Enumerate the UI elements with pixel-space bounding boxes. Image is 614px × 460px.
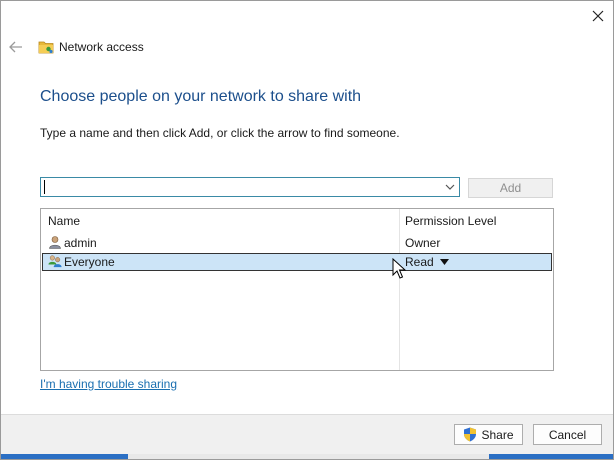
row-name: admin (64, 236, 97, 250)
share-button[interactable]: Share (454, 424, 523, 445)
list-row-everyone[interactable]: Everyone Read (42, 253, 552, 271)
dropdown-arrow-button[interactable] (443, 180, 457, 194)
share-label: Share (481, 427, 514, 442)
column-header-permission[interactable]: Permission Level (405, 214, 496, 228)
list-header: Name Permission Level (41, 209, 553, 231)
permission-value: Read (405, 255, 434, 269)
taskbar-edge (1, 454, 613, 459)
row-name: Everyone (64, 255, 115, 269)
user-icon (49, 236, 61, 249)
list-row-admin[interactable]: admin Owner (42, 234, 552, 252)
close-button[interactable] (585, 5, 611, 27)
row-permission: Owner (405, 236, 441, 250)
add-button[interactable]: Add (468, 178, 553, 198)
back-arrow-icon (9, 41, 22, 53)
uac-shield-icon (464, 427, 477, 442)
name-input[interactable] (43, 179, 443, 195)
sharing-list: Name Permission Level admin Owner Everyo… (40, 208, 554, 371)
column-header-name[interactable]: Name (48, 214, 80, 228)
text-caret (44, 180, 45, 194)
page-heading: Choose people on your network to share w… (40, 88, 362, 105)
instructions-text: Type a name and then click Add, or click… (40, 126, 400, 140)
back-button[interactable] (7, 38, 25, 56)
window-title: Network access (59, 40, 144, 54)
network-access-dialog: Network access Choose people on your net… (0, 0, 614, 460)
close-icon (592, 10, 604, 22)
cancel-button[interactable]: Cancel (533, 424, 602, 445)
shared-folder-icon (38, 41, 54, 54)
chevron-down-icon (445, 184, 455, 190)
permission-dropdown[interactable]: Read (405, 255, 449, 269)
name-combobox[interactable] (40, 177, 460, 197)
caret-down-icon (439, 259, 449, 265)
taskbar-highlight (1, 454, 128, 459)
trouble-sharing-link[interactable]: I'm having trouble sharing (40, 377, 177, 391)
taskbar-highlight (489, 454, 613, 459)
group-icon (48, 255, 62, 268)
mouse-cursor-icon (392, 258, 406, 279)
